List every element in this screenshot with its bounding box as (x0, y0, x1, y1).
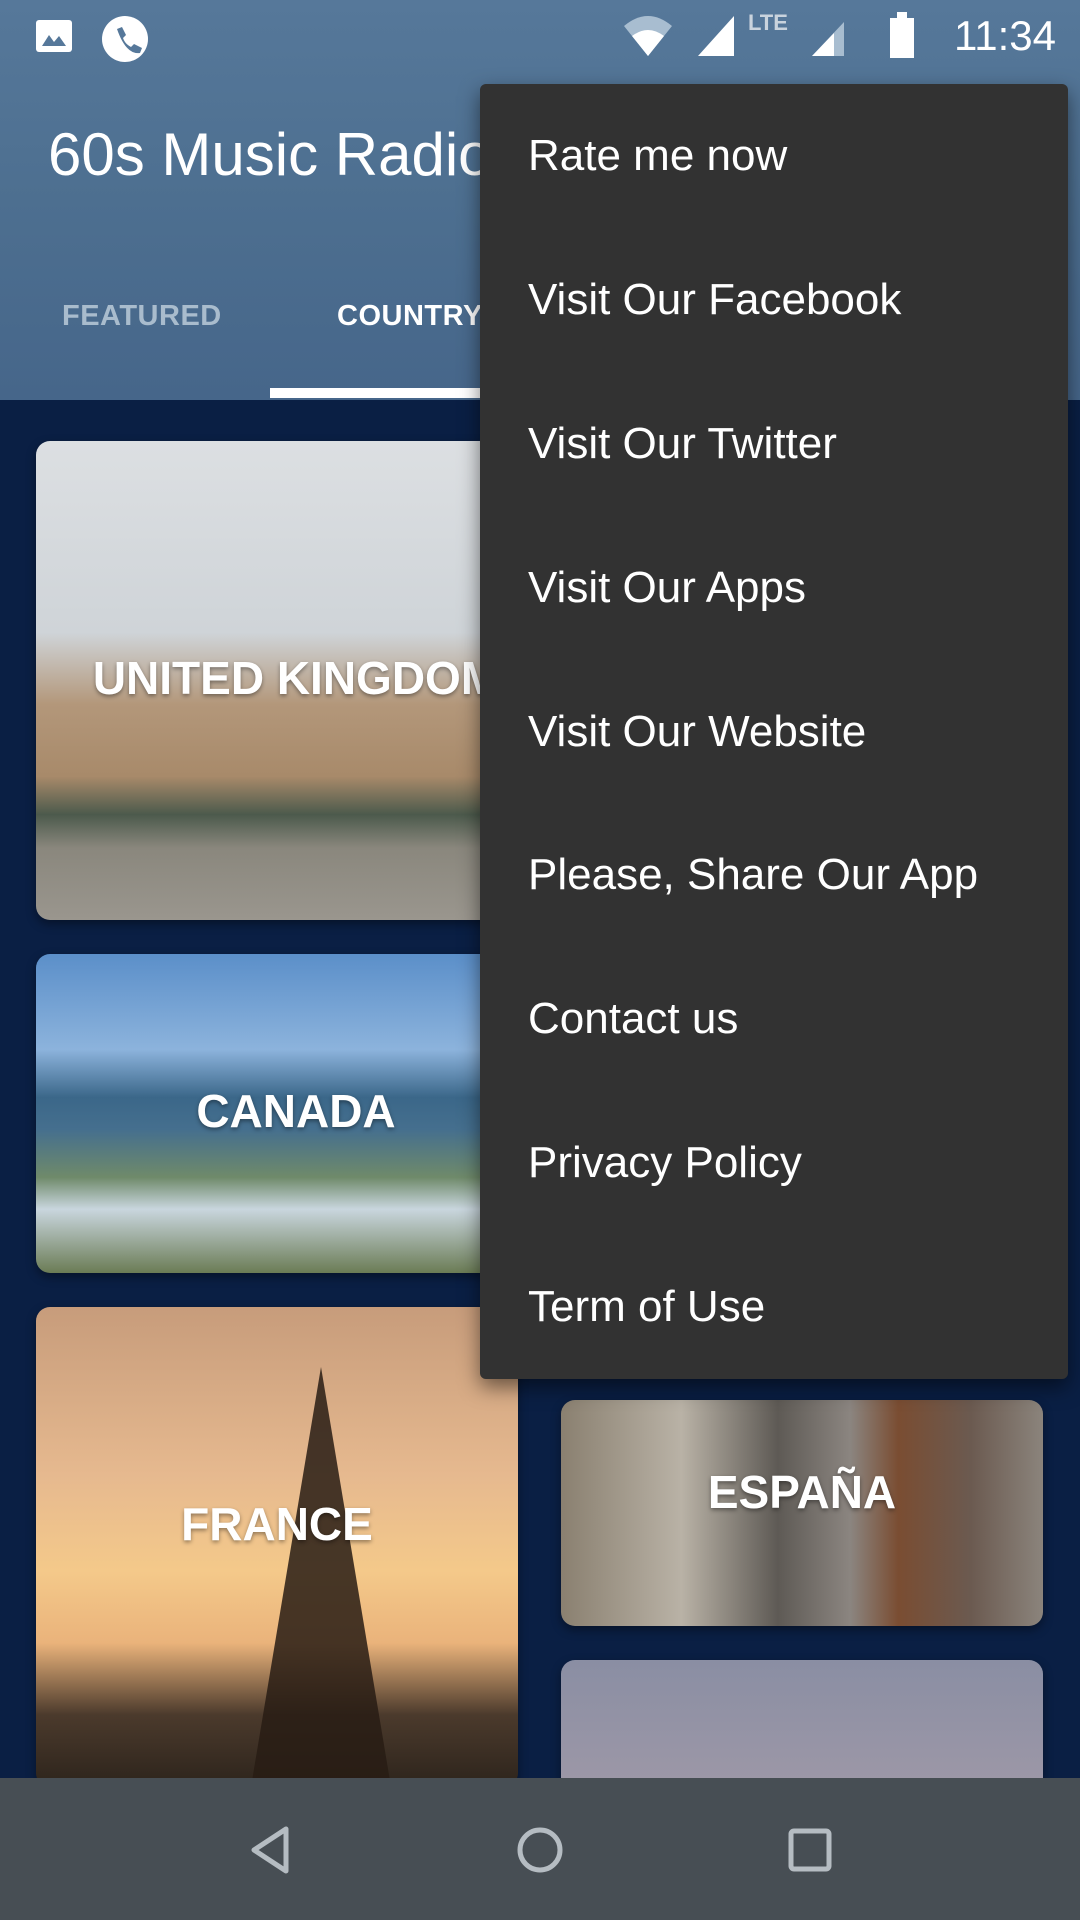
overflow-menu: Rate me now Visit Our Facebook Visit Our… (480, 84, 1068, 1379)
menu-item-facebook[interactable]: Visit Our Facebook (480, 228, 1068, 372)
card-image (251, 1367, 391, 1778)
country-label: FRANCE (181, 1498, 373, 1550)
signal-secondary-icon (810, 20, 846, 63)
status-bar: LTE 11:34 (0, 0, 1080, 80)
navigation-bar (0, 1778, 1080, 1920)
recents-icon (787, 1827, 833, 1878)
clock: 11:34 (954, 12, 1056, 59)
tab-featured[interactable]: FEATURED (62, 300, 222, 333)
menu-item-terms[interactable]: Term of Use (480, 1235, 1068, 1379)
menu-item-share[interactable]: Please, Share Our App (480, 803, 1068, 947)
recents-button[interactable] (774, 1816, 846, 1888)
network-type-label: LTE (748, 10, 788, 35)
menu-item-privacy[interactable]: Privacy Policy (480, 1091, 1068, 1235)
menu-item-rate[interactable]: Rate me now (480, 84, 1068, 228)
back-button[interactable] (234, 1816, 306, 1888)
app-title: 60s Music Radio (48, 121, 492, 188)
country-card-united-kingdom[interactable]: UNITED KINGDOM (36, 441, 556, 920)
back-icon (248, 1825, 292, 1880)
menu-item-website[interactable]: Visit Our Website (480, 660, 1068, 804)
country-card-france[interactable]: FRANCE (36, 1307, 518, 1778)
country-label: ESPAÑA (707, 1466, 897, 1518)
tab-indicator (270, 388, 490, 398)
country-card[interactable] (561, 1660, 1043, 1778)
country-card-canada[interactable]: CANADA (36, 954, 556, 1273)
country-label: UNITED KINGDOM (92, 652, 500, 704)
signal-icon (696, 14, 736, 63)
battery-icon (888, 12, 916, 65)
image-notification-icon (34, 16, 74, 61)
country-label: CANADA (196, 1085, 396, 1137)
wifi-icon (622, 14, 674, 63)
home-button[interactable] (504, 1816, 576, 1888)
home-icon (515, 1825, 565, 1880)
menu-item-twitter[interactable]: Visit Our Twitter (480, 372, 1068, 516)
menu-item-contact[interactable]: Contact us (480, 947, 1068, 1091)
tab-country[interactable]: COUNTRY (337, 300, 483, 333)
country-card-espana[interactable]: ESPAÑA (561, 1400, 1043, 1626)
menu-item-apps[interactable]: Visit Our Apps (480, 516, 1068, 660)
phone-call-icon (100, 16, 150, 71)
